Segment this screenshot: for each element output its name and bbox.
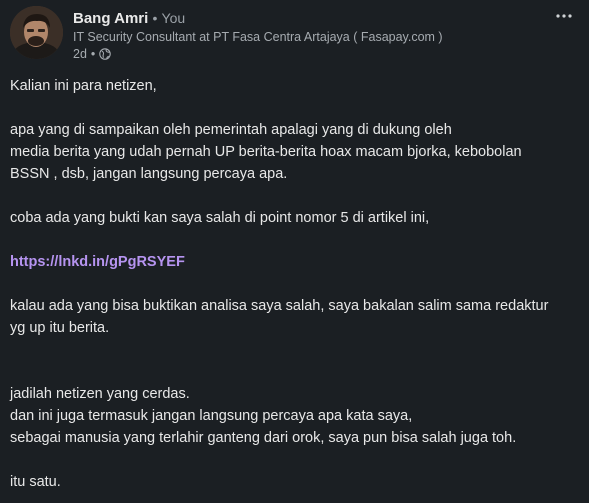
author-headline: IT Security Consultant at PT Fasa Centra… (73, 30, 443, 44)
post-line: jadilah netizen yang cerdas. (10, 386, 190, 402)
more-horizontal-icon (556, 14, 572, 18)
feed-post: Bang Amri • You IT Security Consultant a… (0, 0, 589, 503)
name-separator: • (152, 10, 158, 26)
author-name-line: Bang Amri • You (73, 8, 553, 28)
post-line: yg up itu berita. (10, 320, 110, 336)
post-body: Kalian ini para netizen, apa yang di sam… (10, 75, 582, 493)
post-line: kalau ada yang bisa buktikan analisa say… (10, 298, 549, 314)
post-line: dan ini juga termasuk jangan langsung pe… (10, 408, 413, 424)
post-meta: 2d • (73, 46, 553, 62)
post-header: Bang Amri • You IT Security Consultant a… (10, 6, 580, 62)
author-name[interactable]: Bang Amri (73, 10, 148, 27)
avatar-photo-icon (10, 6, 63, 59)
post-line: media berita yang udah pernah UP berita-… (10, 144, 522, 160)
post-paragraph: itu satu. (10, 474, 61, 490)
globe-icon (99, 48, 112, 60)
post-paragraph: Kalian ini para netizen, (10, 78, 157, 94)
post-line: sebagai manusia yang terlahir ganteng da… (10, 430, 517, 446)
author-avatar[interactable] (10, 6, 63, 59)
post-line: apa yang di sampaikan oleh pemerintah ap… (10, 122, 452, 138)
post-time: 2d (73, 47, 87, 61)
more-options-button[interactable] (552, 6, 576, 26)
post-link-line: https://lnkd.in/gPgRSYEF (10, 251, 582, 273)
post-paragraph: coba ada yang bukti kan saya salah di po… (10, 210, 430, 226)
author-info: Bang Amri • You IT Security Consultant a… (73, 8, 553, 62)
post-line: BSSN , dsb, jangan langsung percaya apa. (10, 166, 288, 182)
article-link[interactable]: https://lnkd.in/gPgRSYEF (10, 254, 185, 270)
author-relation: You (161, 10, 186, 26)
time-separator: • (90, 47, 96, 61)
